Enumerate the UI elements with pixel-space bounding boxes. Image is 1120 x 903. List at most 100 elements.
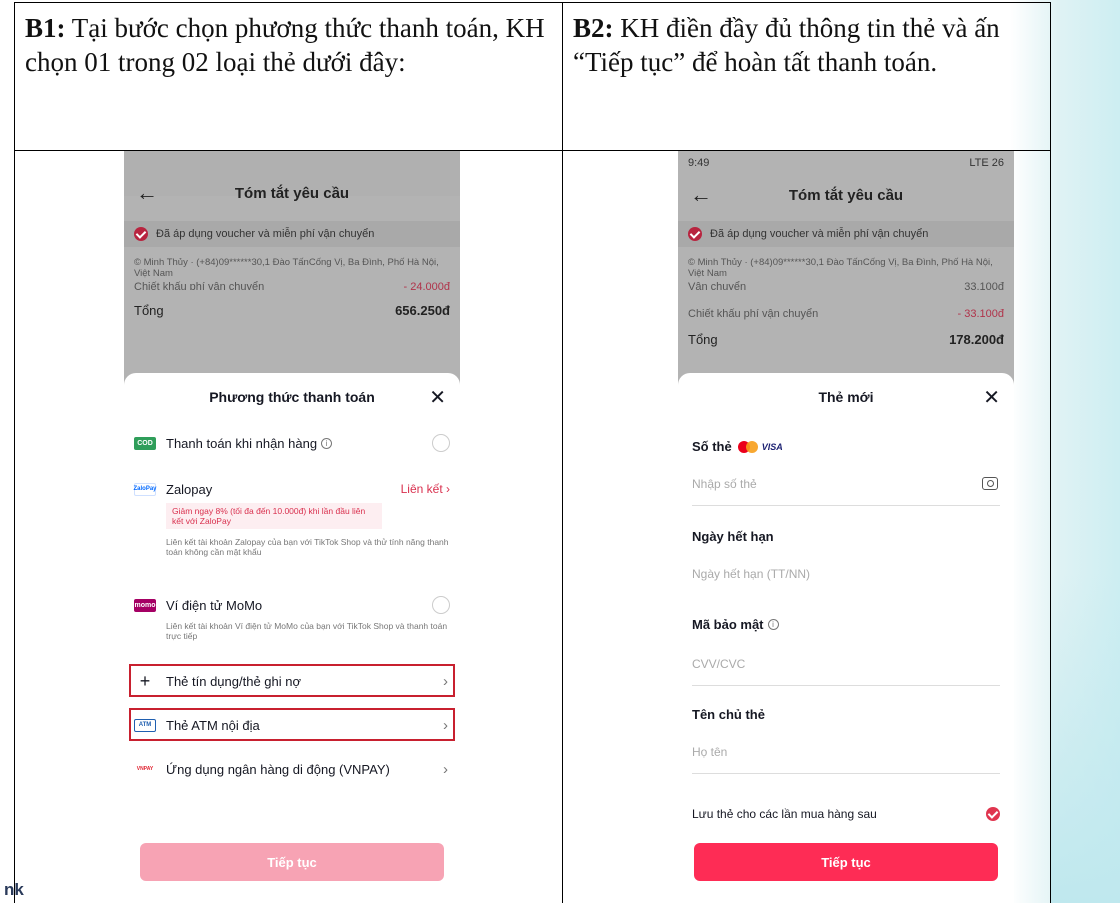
momo-label: Ví điện tử MoMo	[166, 597, 263, 613]
cardholder-label: Tên chủ thẻ	[692, 707, 765, 722]
option-zalopay[interactable]: ZaloPay Zalopay Liên kết ›	[134, 479, 451, 499]
atm-label: Thẻ ATM nội địa	[166, 717, 260, 733]
option-vnpay[interactable]: VNPAY Ứng dụng ngân hàng di động (VNPAY)…	[134, 759, 450, 779]
visa-icon: VISA	[761, 441, 783, 452]
continue-button-disabled[interactable]: Tiếp tục	[140, 843, 444, 881]
zalopay-link-text: Liên kết	[400, 482, 443, 496]
step1-header: B1: Tại bước chọn phương thức thanh toán…	[14, 2, 563, 151]
close-icon[interactable]: ✕	[983, 385, 1000, 410]
payment-method-sheet: Phương thức thanh toán ✕ COD Thanh toán …	[124, 373, 460, 903]
cod-label: Thanh toán khi nhận hàng	[166, 435, 318, 451]
atm-icon: ATM	[134, 718, 156, 732]
discount-value: - 33.100đ	[957, 308, 1004, 320]
divider	[692, 773, 1000, 774]
zalopay-description: Liên kết tài khoản Zalopay của bạn với T…	[166, 537, 449, 557]
step2-label: B2:	[573, 13, 614, 43]
mastercard-icon	[737, 440, 758, 453]
status-icons: LTE 26	[969, 157, 1004, 169]
option-cod[interactable]: COD Thanh toán khi nhận hàng i	[134, 433, 450, 453]
nav-title: Tóm tắt yêu cầu	[234, 184, 350, 202]
close-icon[interactable]: ✕	[429, 385, 446, 410]
voucher-text: Đã áp dụng voucher và miễn phí vận chuyể…	[156, 228, 375, 240]
divider	[692, 505, 1000, 506]
continue-button[interactable]: Tiếp tục	[694, 843, 998, 881]
nav-bar: ← Tóm tắt yêu cầu	[678, 175, 1014, 215]
shipping-address: © Minh Thủy · (+84)09******30,1 Đào TấnC…	[134, 257, 439, 279]
info-icon[interactable]: i	[767, 619, 779, 630]
cod-radio[interactable]	[432, 434, 450, 452]
voucher-banner: Đã áp dụng voucher và miễn phí vận chuyể…	[678, 221, 1014, 247]
option-momo[interactable]: momo Ví điện tử MoMo	[134, 595, 450, 615]
camera-icon[interactable]	[982, 477, 998, 490]
plus-icon: +	[139, 670, 151, 691]
total-value: 656.250đ	[395, 303, 450, 318]
vnpay-icon: VNPAY	[134, 762, 156, 776]
instruction-table: B1: Tại bước chọn phương thức thanh toán…	[14, 2, 1051, 903]
momo-icon: momo	[134, 598, 156, 612]
nav-title: Tóm tắt yêu cầu	[788, 186, 904, 204]
check-circle-icon	[134, 227, 148, 241]
discount-row: Chiết khấu phí vận chuyển - 33.100đ	[688, 308, 1004, 320]
expiry-input[interactable]: Ngày hết hạn (TT/NN)	[692, 567, 810, 581]
card-number-label: Số thẻ VISA	[692, 439, 783, 454]
status-time: 9:49	[688, 157, 710, 169]
check-circle-icon	[688, 227, 702, 241]
step1-label: B1:	[25, 13, 66, 43]
cod-icon: COD	[134, 436, 156, 450]
chevron-right-icon: ›	[443, 760, 448, 778]
sheet-title: Phương thức thanh toán	[209, 389, 375, 405]
zalopay-label: Zalopay	[166, 481, 213, 497]
info-icon: i	[321, 437, 333, 449]
save-card-label: Lưu thẻ cho các lần mua hàng sau	[692, 807, 877, 821]
background-gradient-bottom	[1050, 573, 1120, 903]
zalopay-icon: ZaloPay	[134, 482, 157, 496]
expiry-label: Ngày hết hạn	[692, 529, 774, 544]
status-bar: 9:49 LTE 26	[688, 157, 1004, 169]
zalopay-link[interactable]: Liên kết ›	[401, 482, 450, 496]
back-arrow-icon[interactable]: ←	[690, 182, 712, 208]
momo-description: Liên kết tài khoản Ví điện tử MoMo của b…	[166, 621, 448, 641]
step2-text: KH điền đầy đủ thông tin thẻ và ấn “Tiếp…	[573, 13, 1000, 77]
zalopay-promo: Giảm ngay 8% (tối đa đến 10.000đ) khi lầ…	[166, 503, 382, 529]
vnpay-label: Ứng dụng ngân hàng di động (VNPAY)	[166, 761, 390, 777]
divider	[692, 685, 1000, 686]
save-card-checkbox[interactable]	[986, 807, 1000, 821]
dimmed-background: ← Tóm tắt yêu cầu Đã áp dụng voucher và …	[124, 151, 460, 386]
total-label: Tổng	[134, 303, 164, 318]
shipping-fee-value: 33.100đ	[964, 281, 1004, 290]
cvv-label-text: Mã bảo mật	[692, 617, 764, 632]
card-number-label-text: Số thẻ	[692, 439, 732, 454]
back-arrow-icon[interactable]: ←	[136, 180, 158, 206]
voucher-banner: Đã áp dụng voucher và miễn phí vận chuyể…	[124, 221, 460, 247]
cvv-input[interactable]: CVV/CVC	[692, 657, 745, 671]
chevron-right-icon: ›	[443, 672, 448, 690]
credit-card-label: Thẻ tín dụng/thẻ ghi nợ	[166, 673, 302, 689]
save-card-row[interactable]: Lưu thẻ cho các lần mua hàng sau	[692, 807, 1000, 821]
option-atm-card[interactable]: ATM Thẻ ATM nội địa ›	[134, 715, 450, 735]
shipping-fee-label: Vận chuyển	[688, 281, 747, 290]
partial-fee-row: Chiết khấu phí vận chuyển - 24.000đ	[134, 281, 450, 290]
option-credit-card[interactable]: + Thẻ tín dụng/thẻ ghi nợ ›	[134, 671, 450, 691]
step1-screenshot-cell: ← Tóm tắt yêu cầu Đã áp dụng voucher và …	[14, 150, 563, 903]
phone-screen-new-card: 9:49 LTE 26 ← Tóm tắt yêu cầu Đã áp dụng…	[678, 151, 1014, 903]
card-number-input[interactable]: Nhập số thẻ	[692, 477, 757, 491]
momo-radio[interactable]	[432, 596, 450, 614]
cardholder-input[interactable]: Họ tên	[692, 745, 727, 759]
chevron-right-icon: ›	[443, 716, 448, 734]
total-label: Tổng	[688, 332, 718, 347]
cvv-label: Mã bảo mật i	[692, 617, 779, 632]
shipping-fee-row: Vận chuyển 33.100đ	[688, 281, 1004, 290]
discount-label: Chiết khấu phí vận chuyển	[688, 308, 819, 320]
dimmed-background: 9:49 LTE 26 ← Tóm tắt yêu cầu Đã áp dụng…	[678, 151, 1014, 386]
total-row: Tổng 178.200đ	[688, 332, 1004, 347]
step1-text: Tại bước chọn phương thức thanh toán, KH…	[25, 13, 545, 77]
step2-header: B2: KH điền đầy đủ thông tin thẻ và ấn “…	[562, 2, 1051, 151]
nav-bar: ← Tóm tắt yêu cầu	[124, 173, 460, 213]
total-value: 178.200đ	[949, 332, 1004, 347]
sheet-title: Thẻ mới	[818, 389, 874, 405]
voucher-text: Đã áp dụng voucher và miễn phí vận chuyể…	[710, 228, 929, 240]
step2-screenshot-cell: 9:49 LTE 26 ← Tóm tắt yêu cầu Đã áp dụng…	[562, 150, 1051, 903]
phone-screen-payment-methods: ← Tóm tắt yêu cầu Đã áp dụng voucher và …	[124, 151, 460, 903]
partial-fee-label: Chiết khấu phí vận chuyển	[134, 281, 265, 290]
partial-fee-value: - 24.000đ	[403, 281, 450, 290]
